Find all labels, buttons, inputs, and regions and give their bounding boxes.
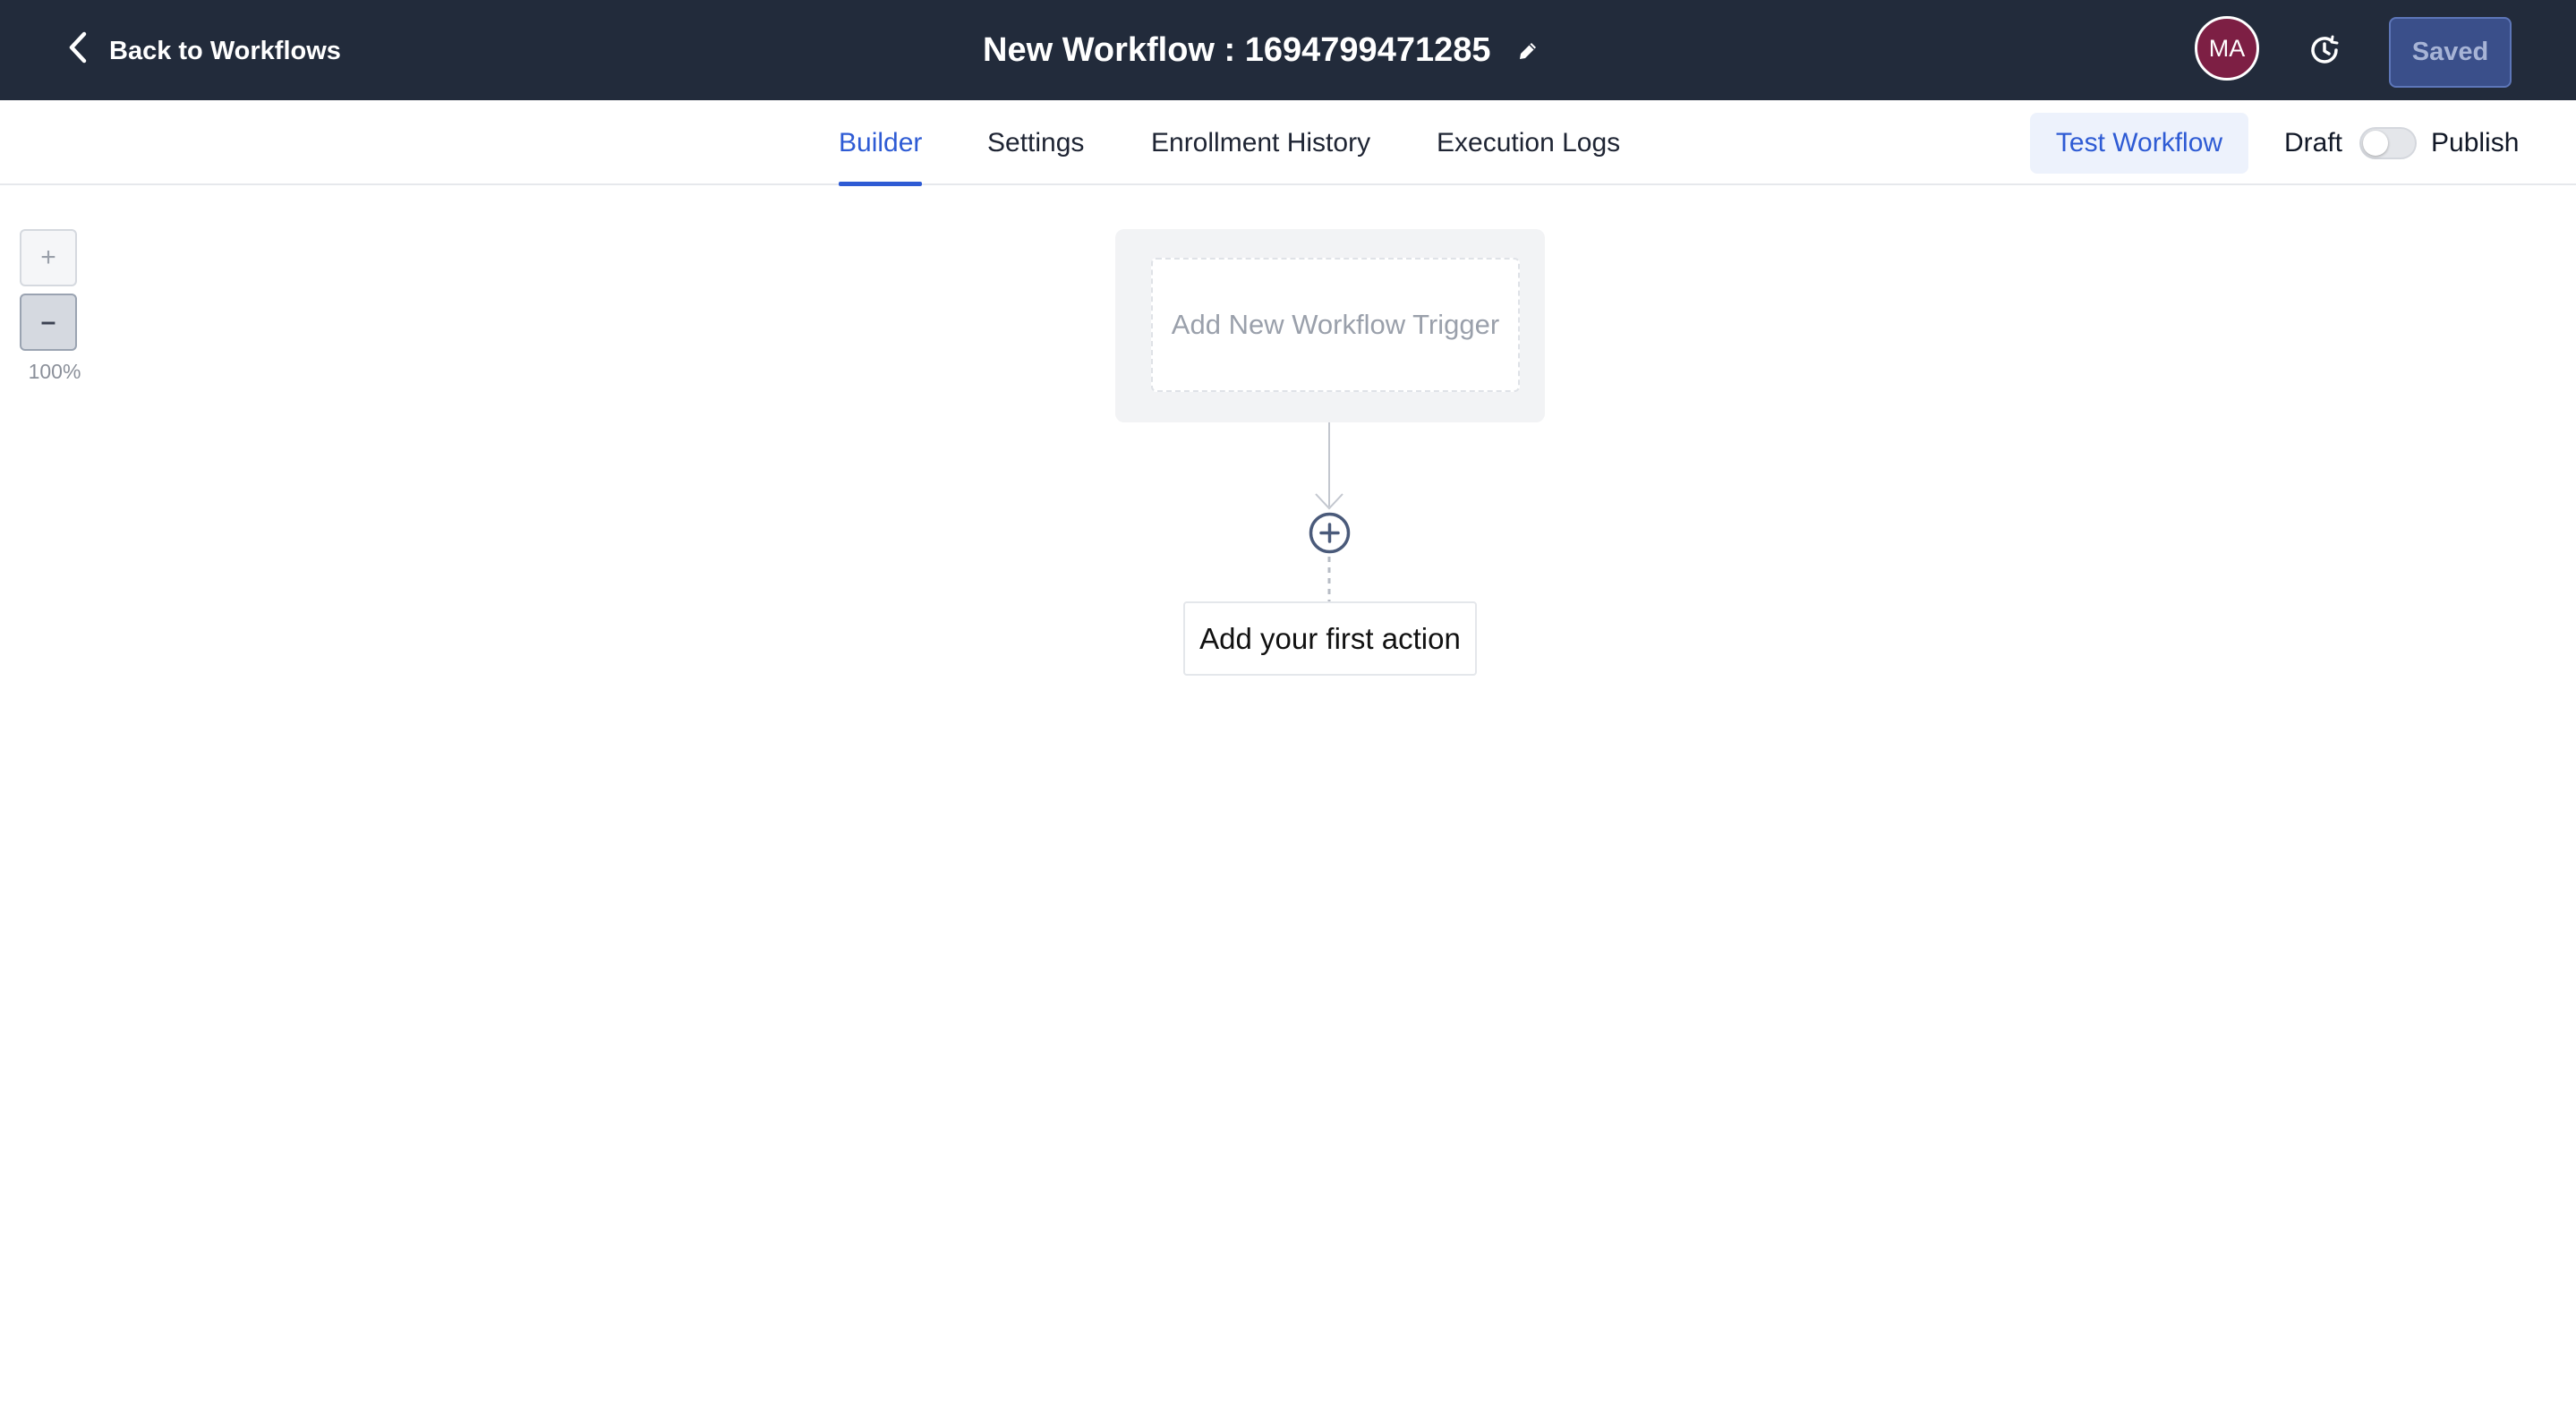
zoom-level: 100%	[28, 360, 81, 383]
publish-toggle[interactable]	[2359, 127, 2417, 159]
tab-builder[interactable]: Builder	[839, 100, 923, 186]
draft-label: Draft	[2284, 127, 2343, 158]
tab-execution-logs[interactable]: Execution Logs	[1437, 100, 1620, 185]
zoom-out-button[interactable]: –	[20, 294, 77, 351]
add-trigger-button[interactable]: Add New Workflow Trigger	[1151, 258, 1520, 392]
top-bar: Back to Workflows New Workflow : 1694799…	[0, 0, 2576, 100]
flow-connector	[1315, 422, 1343, 601]
avatar[interactable]: MA	[2195, 16, 2259, 81]
toggle-knob	[2363, 131, 2388, 156]
zoom-in-button[interactable]: +	[20, 229, 77, 286]
back-label: Back to Workflows	[109, 36, 341, 65]
pencil-icon[interactable]	[1513, 36, 1543, 66]
history-clock-icon[interactable]	[2305, 30, 2344, 70]
workflow-title: New Workflow : 1694799471285	[983, 30, 1491, 69]
add-first-action-button[interactable]: Add your first action	[1183, 601, 1477, 676]
tab-settings[interactable]: Settings	[987, 100, 1084, 185]
publish-label: Publish	[2431, 127, 2520, 158]
test-workflow-button[interactable]: Test Workflow	[2030, 113, 2248, 174]
back-to-workflows-link[interactable]: Back to Workflows	[66, 30, 341, 72]
saved-button[interactable]: Saved	[2389, 17, 2512, 88]
tab-bar: Builder Settings Enrollment History Exec…	[0, 100, 2576, 186]
avatar-initials: MA	[2208, 34, 2246, 62]
tab-enrollment-history[interactable]: Enrollment History	[1151, 100, 1370, 185]
chevron-left-icon	[66, 30, 109, 72]
plus-circle-icon[interactable]	[1309, 512, 1351, 554]
trigger-node: Add New Workflow Trigger	[1115, 229, 1545, 422]
